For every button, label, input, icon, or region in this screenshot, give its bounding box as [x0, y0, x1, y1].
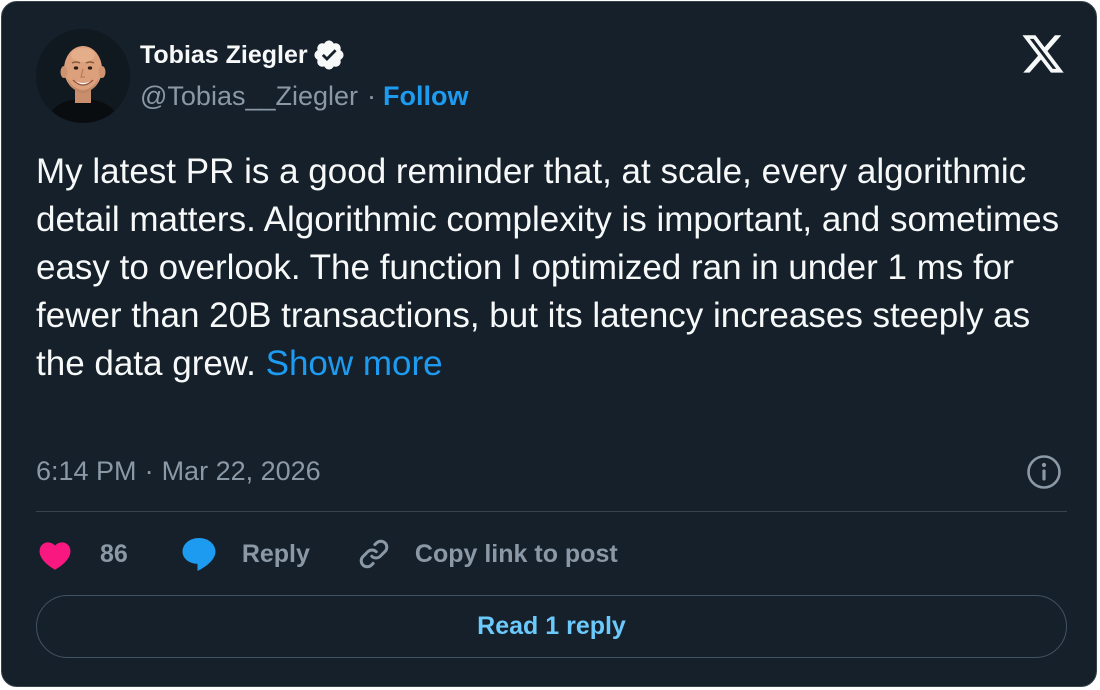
- timestamp-date: Mar 22, 2026: [161, 455, 321, 486]
- follow-link[interactable]: Follow: [383, 81, 468, 112]
- author-display-name[interactable]: Tobias Ziegler: [140, 41, 308, 70]
- info-icon[interactable]: [1025, 453, 1063, 491]
- reply-label: Reply: [241, 539, 310, 568]
- author-row: Tobias Ziegler: [140, 35, 346, 75]
- tweet-body: My latest PR is a good reminder that, at…: [36, 152, 1060, 383]
- tweet-card: Tobias Ziegler @Tobias__Ziegler · Follow…: [1, 1, 1097, 687]
- avatar[interactable]: [36, 29, 130, 123]
- timestamp-separator: ·: [144, 455, 154, 486]
- tweet-text: My latest PR is a good reminder that, at…: [36, 148, 1076, 388]
- read-replies-button[interactable]: Read 1 reply: [36, 595, 1067, 658]
- author-handle[interactable]: @Tobias__Ziegler: [140, 81, 358, 112]
- handle-separator: ·: [367, 80, 377, 111]
- divider: [36, 511, 1067, 512]
- copy-link-button[interactable]: Copy link to post: [356, 536, 618, 572]
- avatar-image: [36, 29, 130, 123]
- x-logo-icon[interactable]: [1020, 31, 1066, 75]
- link-icon: [359, 539, 389, 569]
- action-bar: 86 Reply Copy link to post: [36, 532, 618, 576]
- timestamp[interactable]: 6:14 PM · Mar 22, 2026: [36, 453, 321, 489]
- handle-row: @Tobias__Ziegler · Follow: [140, 78, 469, 114]
- read-replies-label: Read 1 reply: [477, 612, 626, 640]
- speech-bubble-icon: [182, 538, 216, 571]
- verified-badge-icon: [312, 38, 346, 72]
- heart-icon: [39, 542, 71, 570]
- timestamp-time: 6:14 PM: [36, 455, 137, 486]
- like-count: 86: [100, 539, 128, 568]
- copy-link-label: Copy link to post: [414, 539, 618, 568]
- like-button[interactable]: 86: [36, 537, 128, 571]
- show-more-link[interactable]: Show more: [266, 344, 443, 383]
- reply-button[interactable]: Reply: [180, 535, 310, 573]
